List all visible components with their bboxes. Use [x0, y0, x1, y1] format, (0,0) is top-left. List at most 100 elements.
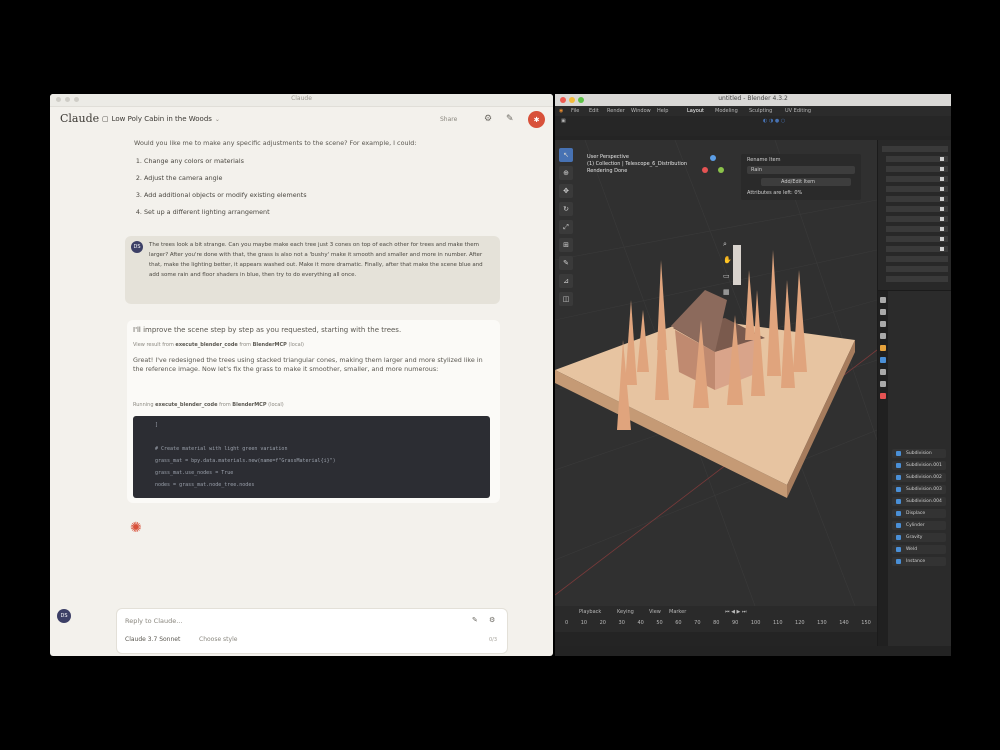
modifier-label: Subdivision.001 [906, 463, 942, 468]
modifier-item[interactable]: Gravity [892, 533, 946, 542]
tools-icon[interactable]: ⚙ [489, 616, 495, 624]
code-block: ] # Create material with light green var… [133, 416, 490, 498]
cursor-tool-icon[interactable]: ⊕ [559, 166, 573, 180]
modifier-item[interactable]: Subdivision.004 [892, 497, 946, 506]
viewport-subheader [555, 126, 951, 136]
frame-number: 50 [656, 620, 663, 626]
frame-number: 120 [795, 620, 805, 626]
style-selector[interactable]: Choose style [199, 636, 237, 643]
claude-header: Claude ▢ Low Poly Cabin in the Woods ⌄ S… [50, 106, 553, 132]
reply-input-box[interactable]: Reply to Claude... ✎ ⚙ Claude 3.7 Sonnet… [116, 608, 508, 654]
modifier-item[interactable]: Displace [892, 509, 946, 518]
outliner[interactable] [877, 140, 951, 290]
physics-tab-icon[interactable] [880, 381, 886, 387]
blender-window-title: untitled - Blender 4.3.2 [718, 95, 788, 102]
redo-panel[interactable]: Rename Item Rain Add/Edit Item Attribute… [741, 154, 861, 200]
list-item: Adjust the camera angle [144, 174, 307, 191]
tool-name: execute_blender_code [175, 342, 238, 348]
tool-call-result[interactable]: View result from execute_blender_code fr… [133, 342, 304, 348]
playback-menu[interactable]: Playback [579, 609, 601, 615]
modifier-item[interactable]: Subdivision [892, 449, 946, 458]
menu-help[interactable]: Help [657, 108, 668, 114]
viewport-collection-label: (1) Collection | Telescope_6_Distributio… [587, 161, 688, 167]
navigation-gizmo[interactable] [701, 154, 725, 178]
transform-tool-icon[interactable]: ⊞ [559, 238, 573, 252]
redo-name-field[interactable]: Rain [747, 166, 855, 174]
modifier-tab-icon[interactable] [880, 357, 886, 363]
pan-icon[interactable]: ✋ [723, 256, 733, 272]
chevron-down-icon: ⌄ [214, 115, 220, 123]
render-tab-icon[interactable] [880, 309, 886, 315]
menu-window[interactable]: Window [631, 108, 651, 114]
tab-modeling[interactable]: Modeling [715, 108, 738, 114]
object-tab-icon[interactable] [880, 345, 886, 351]
camera-icon[interactable]: ▭ [723, 272, 733, 288]
avatar[interactable]: ✱ [528, 111, 545, 128]
code-line: grass_mat = bpy.data.materials.new(name=… [155, 458, 336, 464]
user-avatar[interactable]: DS [57, 609, 71, 623]
modifier-item[interactable]: Instance [892, 557, 946, 566]
viewport-nav-tools: ⌕ ✋ ▭ ▦ [723, 240, 733, 304]
menu-edit[interactable]: Edit [589, 108, 599, 114]
settings-icon[interactable]: ⚙ [484, 114, 492, 124]
share-button[interactable]: Share [440, 116, 457, 123]
particles-tab-icon[interactable] [880, 369, 886, 375]
keying-menu[interactable]: Keying [617, 609, 634, 615]
status-bar [555, 646, 951, 656]
tool-call-running[interactable]: Running execute_blender_code from Blende… [133, 402, 284, 408]
tool-tab-icon[interactable] [880, 297, 886, 303]
model-selector[interactable]: Claude 3.7 Sonnet [125, 636, 180, 643]
redo-panel-title: Rename Item [747, 157, 781, 163]
add-cube-tool-icon[interactable]: ◫ [559, 292, 573, 306]
3d-viewport[interactable]: ↖ ⊕ ✥ ↻ ⤢ ⊞ ✎ ⊿ ◫ User Perspective (1) C… [555, 140, 877, 606]
tab-sculpting[interactable]: Sculpting [749, 108, 772, 114]
scene-tab-icon[interactable] [880, 333, 886, 339]
rotate-tool-icon[interactable]: ↻ [559, 202, 573, 216]
tab-layout[interactable]: Layout [687, 108, 704, 114]
output-tab-icon[interactable] [880, 321, 886, 327]
shading-icon[interactable]: ◐ ◑ ● ○ [763, 118, 785, 124]
redo-button[interactable]: Add/Edit Item [761, 178, 851, 186]
playback-controls[interactable]: ⏮ ◀ ▶ ⏭ [725, 609, 746, 615]
editor-type-icon[interactable]: ▣ [561, 118, 566, 124]
zoom-icon[interactable]: ⌕ [723, 240, 733, 256]
claude-window: Claude Claude ▢ Low Poly Cabin in the Wo… [50, 94, 553, 656]
scale-tool-icon[interactable]: ⤢ [559, 220, 573, 234]
modifier-item[interactable]: Cylinder [892, 521, 946, 530]
menu-render[interactable]: Render [607, 108, 625, 114]
properties-editor[interactable]: Subdivision Subdivision.001 Subdivision.… [877, 290, 951, 647]
reply-intro: I'll improve the scene step by step as y… [133, 326, 402, 334]
view-menu[interactable]: View [649, 609, 661, 615]
menu-file[interactable]: File [571, 108, 579, 114]
user-message-text: The trees look a bit strange. Can you ma… [149, 242, 483, 278]
user-message: DS The trees look a bit strange. Can you… [125, 236, 500, 304]
timeline[interactable]: Playback Keying View Marker ⏮ ◀ ▶ ⏭ 0 10… [555, 606, 877, 632]
properties-tabs [878, 291, 888, 647]
blender-logo-icon[interactable]: ◉ [559, 108, 563, 114]
modifier-label: Weld [906, 547, 918, 552]
frame-number: 140 [839, 620, 849, 626]
conversation-title-menu[interactable]: ▢ Low Poly Cabin in the Woods ⌄ [102, 115, 220, 123]
modifier-label: Instance [906, 559, 926, 564]
modifier-item[interactable]: Subdivision.003 [892, 485, 946, 494]
frame-number: 150 [861, 620, 871, 626]
tab-uv-editing[interactable]: UV Editing [785, 108, 811, 114]
modifier-item[interactable]: Subdivision.001 [892, 461, 946, 470]
attach-icon[interactable]: ✎ [472, 616, 478, 624]
reply-input[interactable]: Reply to Claude... [125, 617, 182, 625]
move-tool-icon[interactable]: ✥ [559, 184, 573, 198]
new-chat-icon[interactable]: ✎ [506, 114, 514, 124]
measure-tool-icon[interactable]: ⊿ [559, 274, 573, 288]
grid-icon[interactable]: ▦ [723, 288, 733, 304]
tool-call-prefix: Running [133, 402, 154, 408]
marker-menu[interactable]: Marker [669, 609, 686, 615]
annotate-tool-icon[interactable]: ✎ [559, 256, 573, 270]
material-tab-icon[interactable] [880, 393, 886, 399]
frame-number: 0 [565, 620, 569, 626]
list-item: Change any colors or materials [144, 157, 307, 174]
select-tool-icon[interactable]: ↖ [559, 148, 573, 162]
modifier-item[interactable]: Subdivision.002 [892, 473, 946, 482]
modifier-item[interactable]: Weld [892, 545, 946, 554]
frame-number: 110 [772, 620, 783, 626]
claude-logo[interactable]: Claude [60, 112, 99, 125]
